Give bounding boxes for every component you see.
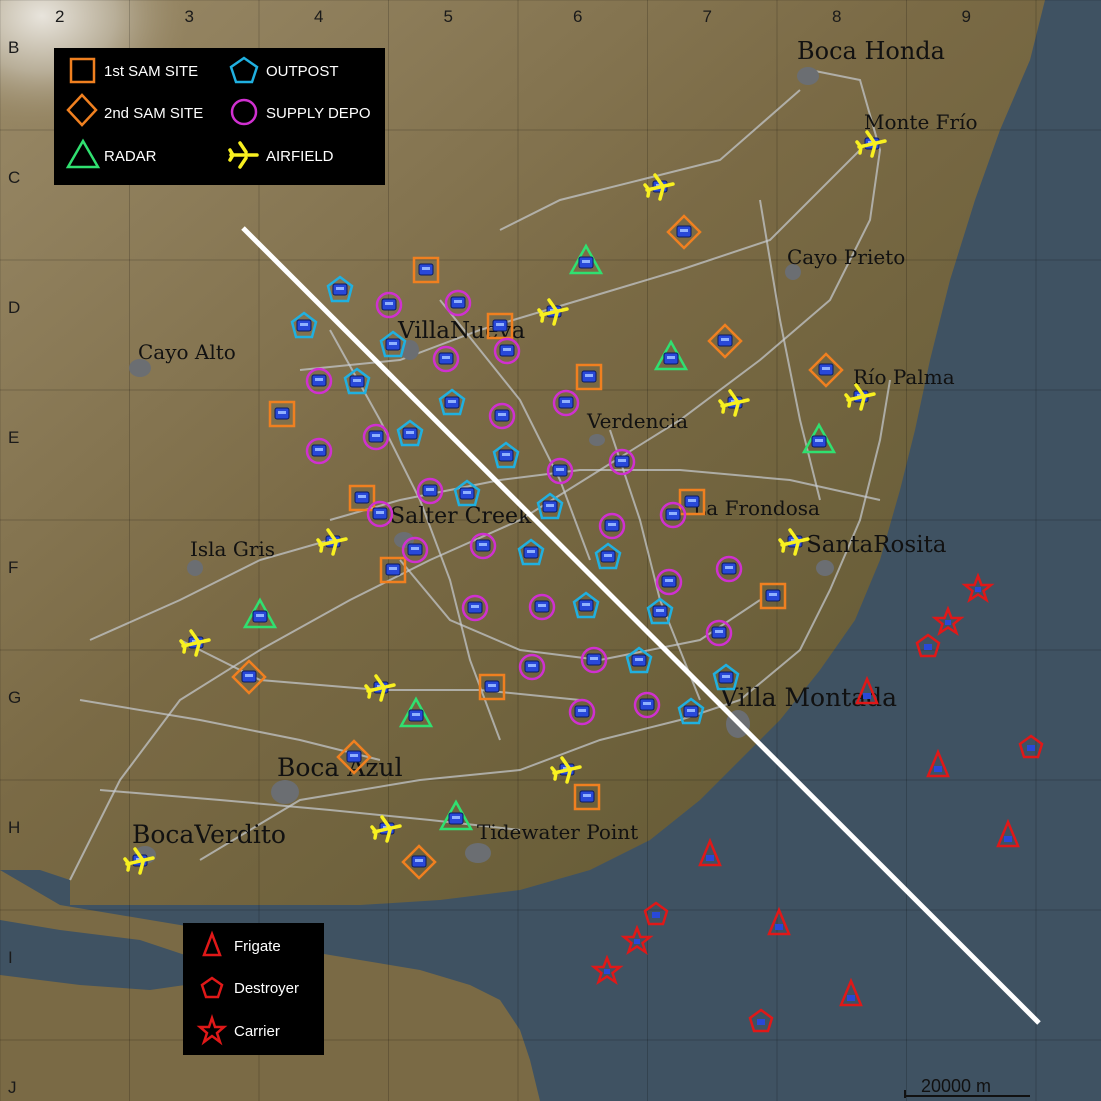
legend-label-1st-sam: 1st SAM SITE [104, 63, 198, 80]
grid-row-label: J [8, 1078, 17, 1097]
town-label-la-frondosa: La Frondosa [693, 496, 820, 520]
town-label-cayo-alto: Cayo Alto [138, 340, 236, 364]
town-label-cayo-prieto: Cayo Prieto [787, 245, 905, 269]
legend-land: 1st SAM SITE OUTPOST 2nd SAM SITE SUPPLY… [54, 48, 385, 185]
grid-column-label: 4 [314, 7, 323, 26]
legend-label-airfield: AIRFIELD [266, 148, 334, 165]
scale-bar-label: 20000 m [921, 1076, 991, 1096]
town-label-monte-frio: Monte Frío [864, 110, 978, 134]
grid-column-label: 7 [703, 7, 712, 26]
map-canvas[interactable]: 2 3 4 5 6 7 8 9BCDEFGHIJ Boca Honda Monte [0, 0, 1101, 1101]
grid-column-label: 2 [55, 7, 64, 26]
grid-row-label: G [8, 688, 21, 707]
grid-column-label: 6 [573, 7, 582, 26]
town-label-boca-honda: Boca Honda [797, 37, 945, 65]
legend-label-2nd-sam: 2nd SAM SITE [104, 105, 203, 122]
grid-row-label: C [8, 168, 20, 187]
legend-label-supply-depo: SUPPLY DEPO [266, 105, 371, 122]
grid-column-label: 5 [444, 7, 453, 26]
legend-label-radar: RADAR [104, 148, 157, 165]
legend-label-frigate: Frigate [234, 938, 281, 955]
grid-row-label: B [8, 38, 19, 57]
grid-row-label: F [8, 558, 18, 577]
grid-column-label: 3 [185, 7, 194, 26]
legend-label-destroyer: Destroyer [234, 980, 299, 997]
grid-column-label: 9 [962, 7, 971, 26]
legend-label-carrier: Carrier [234, 1023, 280, 1040]
town-label-bocaverdito: BocaVerdito [132, 820, 286, 849]
town-label-santarosita: SantaRosita [806, 532, 947, 558]
grid-row-label: E [8, 428, 19, 447]
grid-row-label: I [8, 948, 13, 967]
legend-naval: Frigate Destroyer Carrier [183, 923, 324, 1055]
town-label-isla-gris: Isla Gris [190, 537, 275, 561]
legend-label-outpost: OUTPOST [266, 63, 339, 80]
town-label-rio-palma: Río Palma [853, 365, 955, 389]
grid-row-label: H [8, 818, 20, 837]
town-label-salter-creek: Salter Creek [390, 504, 532, 529]
grid-column-label: 8 [832, 7, 841, 26]
town-label-verdencia: Verdencia [586, 409, 688, 433]
grid-row-label: D [8, 298, 20, 317]
town-label-tidewater-point: Tidewater Point [477, 820, 638, 844]
